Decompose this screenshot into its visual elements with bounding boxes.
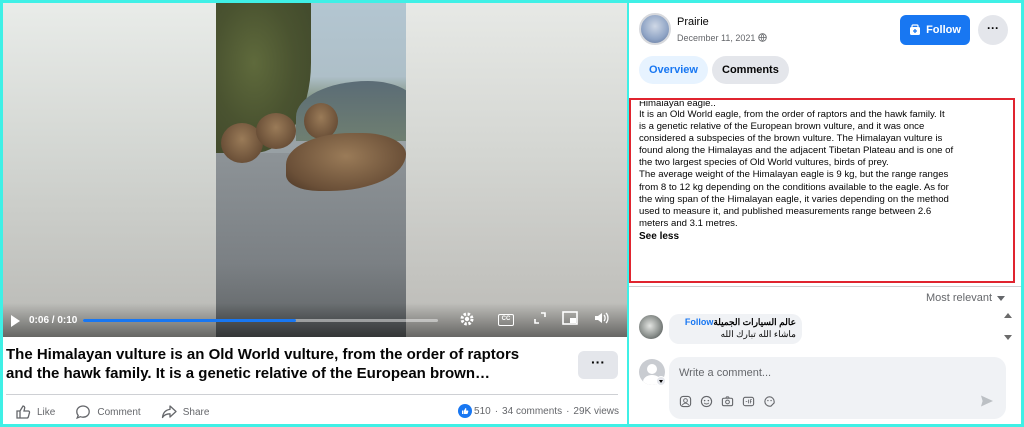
tab-comments[interactable]: Comments <box>712 56 789 84</box>
description-line: found along the Himalayas and the adjace… <box>639 145 954 157</box>
captions-icon[interactable]: CC <box>498 314 514 326</box>
description-line: is a genetic relative of the European br… <box>639 121 925 133</box>
like-reaction-icon <box>458 404 473 418</box>
mini-player-icon[interactable] <box>561 311 579 329</box>
video-blur-right <box>406 3 627 337</box>
commenter-name[interactable]: عالم السيارات الجميلة <box>713 317 796 327</box>
comment-text: ماشاء الله تبارك الله <box>720 329 796 339</box>
post-actions: Like Comment Share <box>15 403 229 421</box>
volume-icon[interactable] <box>593 311 611 329</box>
avatar-head-shape <box>647 364 657 374</box>
gif-icon[interactable] <box>742 395 755 408</box>
description-line: Himalayan eagle.. <box>639 101 716 109</box>
video-time: 0:06 / 0:10 <box>29 315 78 326</box>
description-line: from 8 to 12 kg depending on the conditi… <box>639 181 949 193</box>
video-controls: 0:06 / 0:10 CC <box>3 303 627 337</box>
send-icon[interactable] <box>980 394 994 413</box>
commenter-avatar[interactable] <box>639 315 663 339</box>
comments-scrollbar[interactable] <box>1002 311 1014 345</box>
thumbs-up-icon <box>16 405 31 419</box>
post-title: The Himalayan vulture is an Old World vu… <box>6 345 526 383</box>
post-date: December 11, 2021 <box>677 33 767 43</box>
like-label: Like <box>37 406 56 418</box>
comment-label: Comment <box>97 406 141 418</box>
follow-button[interactable]: Follow <box>900 15 970 45</box>
stats-separator: · <box>494 405 499 417</box>
post-date-text[interactable]: December 11, 2021 <box>677 33 755 43</box>
video-player[interactable]: 0:06 / 0:10 CC <box>3 3 627 337</box>
sticker-icon[interactable] <box>763 395 776 408</box>
comment-button[interactable]: Comment <box>75 404 141 420</box>
video-blur-left <box>3 3 216 337</box>
follow-label: Follow <box>926 24 961 36</box>
like-button[interactable]: Like <box>15 404 55 420</box>
video-post-pane: 0:06 / 0:10 CC The Himalayan vulture is … <box>3 3 627 424</box>
post-title-line: and the hawk family. It is a genetic rel… <box>6 365 490 382</box>
settings-icon[interactable] <box>458 311 476 329</box>
profile-switch-icon[interactable] <box>656 376 666 386</box>
share-button[interactable]: Share <box>161 404 210 420</box>
share-arrow-icon <box>161 405 177 419</box>
divider <box>6 394 618 395</box>
post-stats: 510 · 34 comments · 29K views <box>458 404 619 418</box>
video-progress-bar[interactable] <box>83 319 438 322</box>
fullscreen-expand-icon[interactable] <box>531 311 549 329</box>
video-progress-fill <box>83 319 296 322</box>
post-description: Himalayan eagle.. It is an Old World eag… <box>629 98 1015 283</box>
stats-separator: · <box>566 405 570 417</box>
author-name[interactable]: Prairie <box>677 16 709 28</box>
author-avatar[interactable] <box>639 13 671 45</box>
divider <box>629 286 1021 287</box>
video-frame <box>216 3 406 337</box>
avatar-sticker-icon[interactable] <box>679 395 692 408</box>
comment-item: عالم السيارات الجميلةFollow ماشاء الله ت… <box>669 314 802 344</box>
post-title-line: The Himalayan vulture is an Old World vu… <box>6 346 520 363</box>
camera-icon[interactable] <box>721 395 734 408</box>
description-line: meters and 3.1 metres. <box>639 217 738 229</box>
comment-sort-dropdown[interactable]: Most relevant <box>926 292 1005 304</box>
description-line: It is an Old World eagle, from the order… <box>639 109 945 120</box>
follow-page-icon <box>910 24 921 35</box>
scroll-down-icon[interactable] <box>1004 335 1012 340</box>
composer-tools <box>679 395 784 408</box>
comment-count[interactable]: 34 comments <box>502 406 562 417</box>
reaction-count[interactable]: 510 <box>474 406 491 417</box>
globe-icon <box>758 33 767 42</box>
description-line: the two largest species of Old World vul… <box>639 157 889 169</box>
see-less-link[interactable]: See less <box>639 230 1005 244</box>
sort-label: Most relevant <box>925 292 992 304</box>
emoji-icon[interactable] <box>700 395 713 408</box>
share-label: Share <box>182 406 210 418</box>
scroll-up-icon[interactable] <box>1004 313 1012 318</box>
description-line: used to measure it, and published measur… <box>639 205 932 217</box>
more-options-button[interactable]: ··· <box>578 351 618 379</box>
play-icon[interactable] <box>11 315 20 327</box>
tab-overview[interactable]: Overview <box>639 56 708 84</box>
post-menu-button[interactable]: ··· <box>978 15 1008 45</box>
post-sidebar: Prairie December 11, 2021 Follow ··· Ove… <box>629 3 1021 424</box>
description-line: the wing span of the Himalayan eagle, it… <box>639 193 949 205</box>
description-line: The average weight of the Himalayan eagl… <box>639 169 949 181</box>
commenter-follow-link[interactable]: Follow <box>685 317 714 327</box>
view-count: 29K views <box>573 405 619 417</box>
chevron-down-icon <box>997 295 1005 301</box>
comment-bubble-icon <box>76 405 91 420</box>
description-line: considered a subspecies of the brown vul… <box>639 133 943 145</box>
commenter-name-row: عالم السيارات الجميلةFollow <box>675 317 796 328</box>
comment-composer <box>669 357 1006 419</box>
vulture-shape <box>256 113 296 149</box>
comment-input[interactable] <box>679 365 959 381</box>
